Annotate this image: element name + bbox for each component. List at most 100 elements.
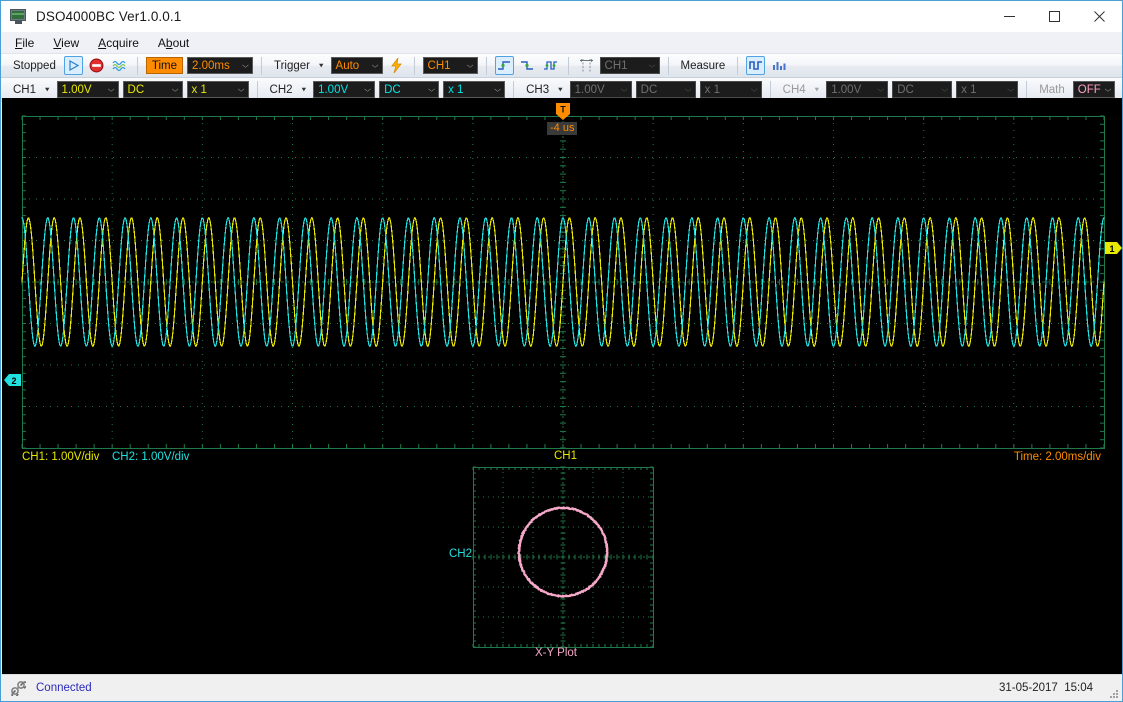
math-label: Math	[1035, 84, 1069, 96]
chevron-down-icon: ⌵	[364, 86, 371, 93]
run-state-label: Stopped	[9, 60, 60, 72]
trigger-mode-select[interactable]: Auto ⌵	[331, 57, 383, 74]
ch1-volts-value: 1.00V	[62, 84, 104, 96]
ch4-coupling-select[interactable]: DC ⌵	[892, 81, 952, 98]
ch2-label: CH2	[266, 84, 297, 96]
oscilloscope-icon	[10, 9, 28, 25]
status-bar: Connected 31-05-2017 15:04	[2, 674, 1123, 700]
ch3-volts-select[interactable]: 1.00V ⌵	[570, 81, 632, 98]
ch1-probe-select[interactable]: x 1 ⌵	[187, 81, 249, 98]
menu-acquire[interactable]: Acquire	[93, 34, 148, 52]
trigger-menu-caret-icon[interactable]: ▾	[319, 61, 324, 70]
ch3-menu-caret-icon[interactable]: ▾	[558, 85, 563, 94]
ch1-label: CH1	[9, 84, 40, 96]
svg-text:2: 2	[11, 376, 16, 386]
measure-stats-icon[interactable]	[769, 56, 788, 75]
lightning-icon[interactable]	[387, 56, 406, 75]
chevron-down-icon: ⌵	[494, 86, 501, 93]
measure-pulse-icon[interactable]	[746, 56, 765, 75]
ch2-coupling-select[interactable]: DC ⌵	[379, 81, 439, 98]
ch2-menu-caret-icon[interactable]: ▾	[302, 85, 307, 94]
toolbar-separator	[770, 81, 771, 99]
menu-bar: FFileile View Acquire About	[1, 32, 1122, 54]
autoset-waves-icon[interactable]	[110, 56, 129, 75]
ch2-scale-label: CH2: 1.00V/div	[112, 451, 189, 463]
ch4-volts-value: 1.00V	[831, 84, 873, 96]
edge-rising-icon[interactable]	[495, 56, 514, 75]
ch4-label: CH4	[779, 84, 810, 96]
ch4-probe-value: x 1	[961, 84, 1003, 96]
ch1-coupling-select[interactable]: DC ⌵	[123, 81, 183, 98]
toolbar-acquisition: Stopped Time 2.00ms ⌵ Trigger ▾ Auto ⌵	[1, 54, 1122, 78]
toolbar-separator	[137, 57, 138, 75]
ch2-position-marker[interactable]: 2	[4, 373, 22, 392]
waveform-canvas[interactable]	[2, 98, 1123, 676]
ch1-position-marker[interactable]: 1	[1104, 241, 1122, 260]
timebase-select[interactable]: 2.00ms ⌵	[187, 57, 253, 74]
menu-file[interactable]: FFileile	[10, 34, 43, 52]
status-date: 31-05-2017	[999, 682, 1058, 694]
chevron-down-icon: ⌵	[467, 62, 474, 69]
toolbar-separator	[257, 81, 258, 99]
edge-both-icon[interactable]	[541, 56, 560, 75]
ch1-volts-select[interactable]: 1.00V ⌵	[57, 81, 119, 98]
trigger-source-value: CH1	[428, 60, 463, 72]
cursor-crosshair-icon[interactable]	[577, 56, 596, 75]
ch4-menu-caret-icon[interactable]: ▾	[815, 85, 820, 94]
menu-view[interactable]: View	[48, 34, 88, 52]
stop-icon[interactable]	[87, 56, 106, 75]
math-select[interactable]: OFF ⌵	[1073, 81, 1115, 98]
chevron-down-icon: ⌵	[621, 86, 628, 93]
chevron-down-icon: ⌵	[238, 86, 245, 93]
close-button[interactable]	[1077, 1, 1122, 32]
chevron-down-icon: ⌵	[1007, 86, 1014, 93]
xy-plot-caption: X-Y Plot	[535, 647, 577, 659]
minimize-button[interactable]	[987, 1, 1032, 32]
toolbar-separator	[1026, 81, 1027, 99]
chevron-down-icon: ⌵	[108, 86, 115, 93]
maximize-button[interactable]	[1032, 1, 1077, 32]
trigger-label: Trigger	[270, 60, 314, 72]
xy-y-axis-label: CH2	[449, 548, 472, 560]
ch1-probe-value: x 1	[192, 84, 234, 96]
time-button[interactable]: Time	[146, 57, 183, 74]
trigger-mode-value: Auto	[336, 60, 368, 72]
chevron-down-icon: ⌵	[372, 62, 379, 69]
ch1-coupling-value: DC	[128, 84, 168, 96]
connection-status: Connected	[36, 682, 92, 694]
ch2-probe-select[interactable]: x 1 ⌵	[443, 81, 505, 98]
trigger-position-marker[interactable]: T	[555, 103, 571, 120]
ch3-label: CH3	[522, 84, 553, 96]
ch2-volts-select[interactable]: 1.00V ⌵	[313, 81, 375, 98]
ch1-menu-caret-icon[interactable]: ▾	[45, 85, 50, 94]
chevron-down-icon: ⌵	[685, 86, 692, 93]
ch4-probe-select[interactable]: x 1 ⌵	[956, 81, 1018, 98]
toolbar-separator	[414, 57, 415, 75]
timebase-value: 2.00ms	[192, 60, 238, 72]
ch3-probe-select[interactable]: x 1 ⌵	[700, 81, 762, 98]
ch3-coupling-select[interactable]: DC ⌵	[636, 81, 696, 98]
time-scale-label: Time: 2.00ms/div	[1014, 451, 1101, 463]
menu-about[interactable]: About	[153, 34, 198, 52]
chevron-down-icon: ⌵	[751, 86, 758, 93]
window-controls	[987, 1, 1122, 32]
ch4-coupling-value: DC	[897, 84, 937, 96]
edge-falling-icon[interactable]	[518, 56, 537, 75]
toolbar-separator	[486, 57, 487, 75]
cursor-source-select[interactable]: CH1 ⌵	[600, 57, 660, 74]
ch1-scale-label: CH1: 1.00V/div	[22, 451, 99, 463]
toolbar-separator	[568, 57, 569, 75]
scope-screen[interactable]: CH1: 1.00V/div CH2: 1.00V/div Time: 2.00…	[2, 98, 1123, 676]
svg-text:1: 1	[1109, 244, 1114, 254]
ch4-volts-select[interactable]: 1.00V ⌵	[826, 81, 888, 98]
ch2-volts-value: 1.00V	[318, 84, 360, 96]
play-icon[interactable]	[64, 56, 83, 75]
svg-text:T: T	[560, 105, 566, 115]
resize-grip[interactable]	[1107, 686, 1119, 698]
ch3-coupling-value: DC	[641, 84, 681, 96]
chevron-down-icon: ⌵	[242, 62, 249, 69]
trigger-source-select[interactable]: CH1 ⌵	[423, 57, 478, 74]
ch2-coupling-value: DC	[384, 84, 424, 96]
chevron-down-icon: ⌵	[1105, 86, 1112, 93]
chevron-down-icon: ⌵	[941, 86, 948, 93]
